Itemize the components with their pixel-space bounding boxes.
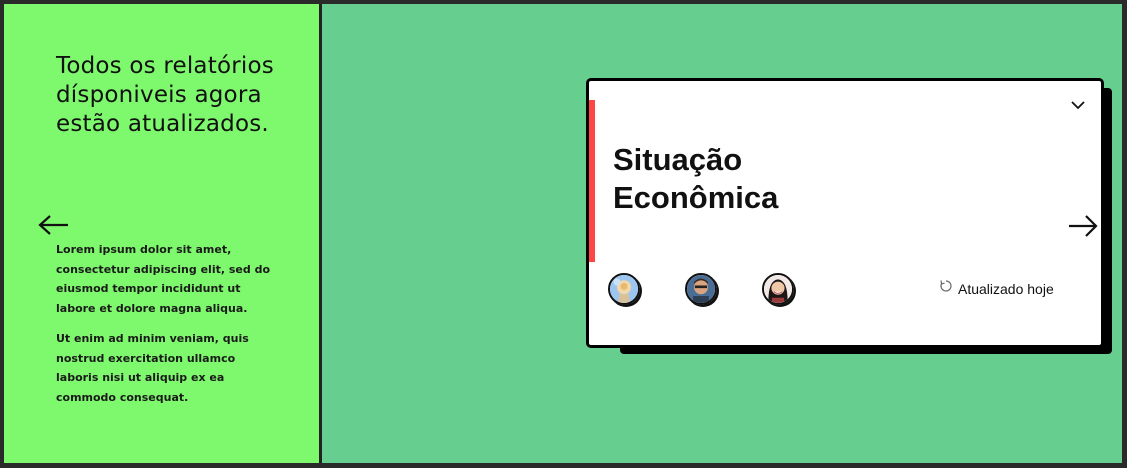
avatar[interactable] (685, 273, 717, 305)
refresh-icon (940, 280, 952, 292)
chevron-down-icon[interactable] (1069, 97, 1087, 111)
avatar[interactable] (762, 273, 794, 305)
paragraph-1: Lorem ipsum dolor sit amet, consectetur … (56, 243, 270, 315)
arrow-right-icon[interactable] (1067, 214, 1099, 238)
card-accent-bar (589, 100, 595, 262)
card-title: Situação Econômica (613, 142, 779, 215)
report-card[interactable]: Situação Econômica Atualizado hoje (586, 78, 1104, 348)
left-panel: Todos os relatórios dísponiveis agora es… (4, 4, 319, 463)
status-text: Atualizado hoje (958, 281, 1054, 297)
headline: Todos os relatórios dísponiveis agora es… (56, 53, 274, 137)
paragraph-2: Ut enim ad minim veniam, quis nostrud ex… (56, 332, 249, 404)
avatar[interactable] (608, 273, 640, 305)
arrow-left-icon[interactable] (38, 214, 70, 236)
status-label: Atualizado hoje (939, 280, 1054, 297)
